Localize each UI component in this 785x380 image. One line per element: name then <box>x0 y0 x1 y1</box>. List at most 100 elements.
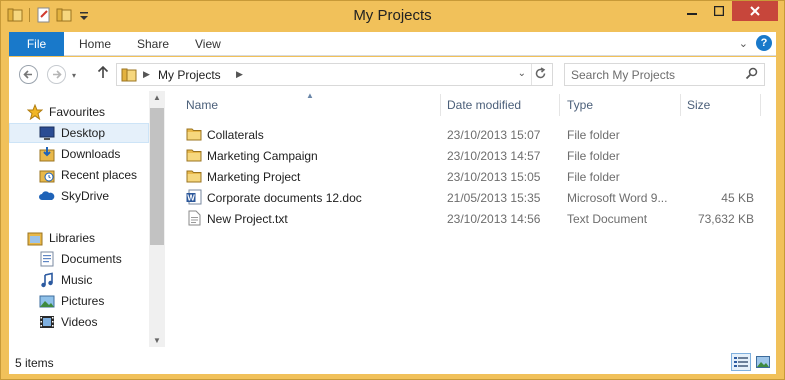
file-type: File folder <box>567 149 620 163</box>
table-row[interactable]: Collaterals 23/10/2013 15:07 File folder <box>179 124 776 145</box>
status-bar: 5 items <box>9 347 776 374</box>
table-row[interactable]: Marketing Campaign 23/10/2013 14:57 File… <box>179 145 776 166</box>
search-input[interactable]: Search My Projects <box>571 68 675 82</box>
folder-icon <box>186 147 202 163</box>
sidebar-item-label: Desktop <box>61 126 106 140</box>
file-size: 73,632 KB <box>697 212 754 226</box>
sidebar-item-label: SkyDrive <box>61 189 110 203</box>
file-date: 23/10/2013 14:57 <box>447 149 541 163</box>
forward-button[interactable] <box>47 65 66 84</box>
sidebar-item-label: Downloads <box>61 147 121 161</box>
table-row[interactable]: New Project.txt 23/10/2013 14:56 Text Do… <box>179 208 776 229</box>
minimize-button[interactable] <box>678 1 705 21</box>
star-icon <box>27 104 43 120</box>
maximize-button[interactable] <box>705 1 732 21</box>
expand-ribbon-icon[interactable]: ⌄ <box>739 37 748 50</box>
file-name: Marketing Campaign <box>207 149 318 163</box>
details-view-button[interactable] <box>731 353 751 371</box>
address-row: ▾ ▶ My Projects ▶ ⌄ Search My Projects <box>9 57 776 91</box>
navigation-scrollbar[interactable]: ▲ ▼ <box>149 91 165 347</box>
table-row[interactable]: Marketing Project 23/10/2013 15:05 File … <box>179 166 776 187</box>
breadcrumb-separator-icon[interactable]: ▶ <box>143 69 150 80</box>
details-view-icon <box>734 357 748 367</box>
videos-icon <box>39 314 55 330</box>
column-divider[interactable] <box>760 94 761 116</box>
column-header-name[interactable]: Name <box>186 98 218 112</box>
up-button[interactable] <box>97 65 109 82</box>
refresh-icon[interactable] <box>534 67 547 83</box>
nav-favourites[interactable]: Favourites <box>27 102 167 122</box>
file-date: 23/10/2013 14:56 <box>447 212 541 226</box>
scroll-down-icon[interactable]: ▼ <box>153 336 161 345</box>
skydrive-cloud-icon <box>39 188 55 204</box>
nav-section-label: Favourites <box>49 105 106 119</box>
explorer-window: My Projects File Home Share View ⌄ ? ▾ ▶… <box>0 0 785 380</box>
tab-home[interactable]: Home <box>79 32 111 56</box>
file-name: Corporate documents 12.doc <box>207 191 362 205</box>
sidebar-item-label: Pictures <box>61 294 105 308</box>
search-icon[interactable] <box>745 67 758 83</box>
search-box[interactable]: Search My Projects <box>564 63 765 86</box>
text-file-icon <box>186 210 202 226</box>
navigation-pane: Favourites Desktop Downloads Recent plac… <box>9 91 167 347</box>
file-list: ▲ Name Date modified Type Size Collatera… <box>179 91 776 347</box>
file-date: 21/05/2013 15:35 <box>447 191 541 205</box>
file-type: File folder <box>567 170 620 184</box>
column-header-size[interactable]: Size <box>687 98 710 112</box>
file-type: File folder <box>567 128 620 142</box>
ribbon-tabs: File Home Share View ⌄ ? <box>9 32 776 56</box>
column-divider[interactable] <box>440 94 441 116</box>
column-divider[interactable] <box>680 94 681 116</box>
pictures-icon <box>39 293 55 309</box>
documents-icon <box>39 251 55 267</box>
tab-file[interactable]: File <box>9 32 64 56</box>
large-icons-view-icon <box>756 356 770 368</box>
folder-icon <box>186 168 202 184</box>
help-icon[interactable]: ? <box>756 35 772 51</box>
back-button[interactable] <box>19 65 38 84</box>
music-icon <box>39 272 55 288</box>
recent-locations-chevron-icon[interactable]: ▾ <box>72 71 76 80</box>
breadcrumb-separator-icon[interactable]: ▶ <box>236 69 243 80</box>
file-date: 23/10/2013 15:05 <box>447 170 541 184</box>
column-header-type[interactable]: Type <box>567 98 593 112</box>
desktop-icon <box>39 125 55 141</box>
file-date: 23/10/2013 15:07 <box>447 128 541 142</box>
file-name: New Project.txt <box>207 212 288 226</box>
main-pane: Favourites Desktop Downloads Recent plac… <box>9 91 776 347</box>
folder-icon <box>121 67 137 85</box>
window-title: My Projects <box>353 7 432 24</box>
svg-text:W: W <box>187 194 195 203</box>
breadcrumb-my-projects[interactable]: My Projects <box>158 68 221 82</box>
file-size: 45 KB <box>721 191 754 205</box>
column-divider[interactable] <box>559 94 560 116</box>
tab-share[interactable]: Share <box>137 32 169 56</box>
libraries-icon <box>27 230 43 246</box>
item-count: 5 items <box>15 356 54 370</box>
file-type: Text Document <box>567 212 648 226</box>
word-doc-icon: W <box>186 189 202 205</box>
file-name: Collaterals <box>207 128 264 142</box>
sidebar-item-desktop[interactable]: Desktop <box>9 123 149 143</box>
scrollbar-thumb[interactable] <box>150 108 164 245</box>
tab-view[interactable]: View <box>195 32 221 56</box>
nav-libraries[interactable]: Libraries <box>27 228 167 248</box>
downloads-icon <box>39 146 55 162</box>
large-icons-view-button[interactable] <box>753 353 773 371</box>
sort-ascending-icon: ▲ <box>306 91 314 100</box>
file-type: Microsoft Word 9... <box>567 191 668 205</box>
title-bar: My Projects <box>1 1 784 31</box>
sidebar-item-label: Recent places <box>61 168 138 182</box>
window-controls <box>678 1 778 21</box>
column-header-date-modified[interactable]: Date modified <box>447 98 521 112</box>
address-bar[interactable]: ▶ My Projects ▶ ⌄ <box>116 63 553 86</box>
folder-icon <box>186 126 202 142</box>
file-name: Marketing Project <box>207 170 301 184</box>
address-dropdown-icon[interactable]: ⌄ <box>518 68 526 79</box>
sidebar-item-label: Music <box>61 273 93 287</box>
sidebar-item-label: Videos <box>61 315 98 329</box>
table-row[interactable]: W Corporate documents 12.doc 21/05/2013 … <box>179 187 776 208</box>
close-button[interactable] <box>732 1 778 21</box>
ribbon-controls: ⌄ ? <box>739 35 772 51</box>
scroll-up-icon[interactable]: ▲ <box>153 93 161 102</box>
